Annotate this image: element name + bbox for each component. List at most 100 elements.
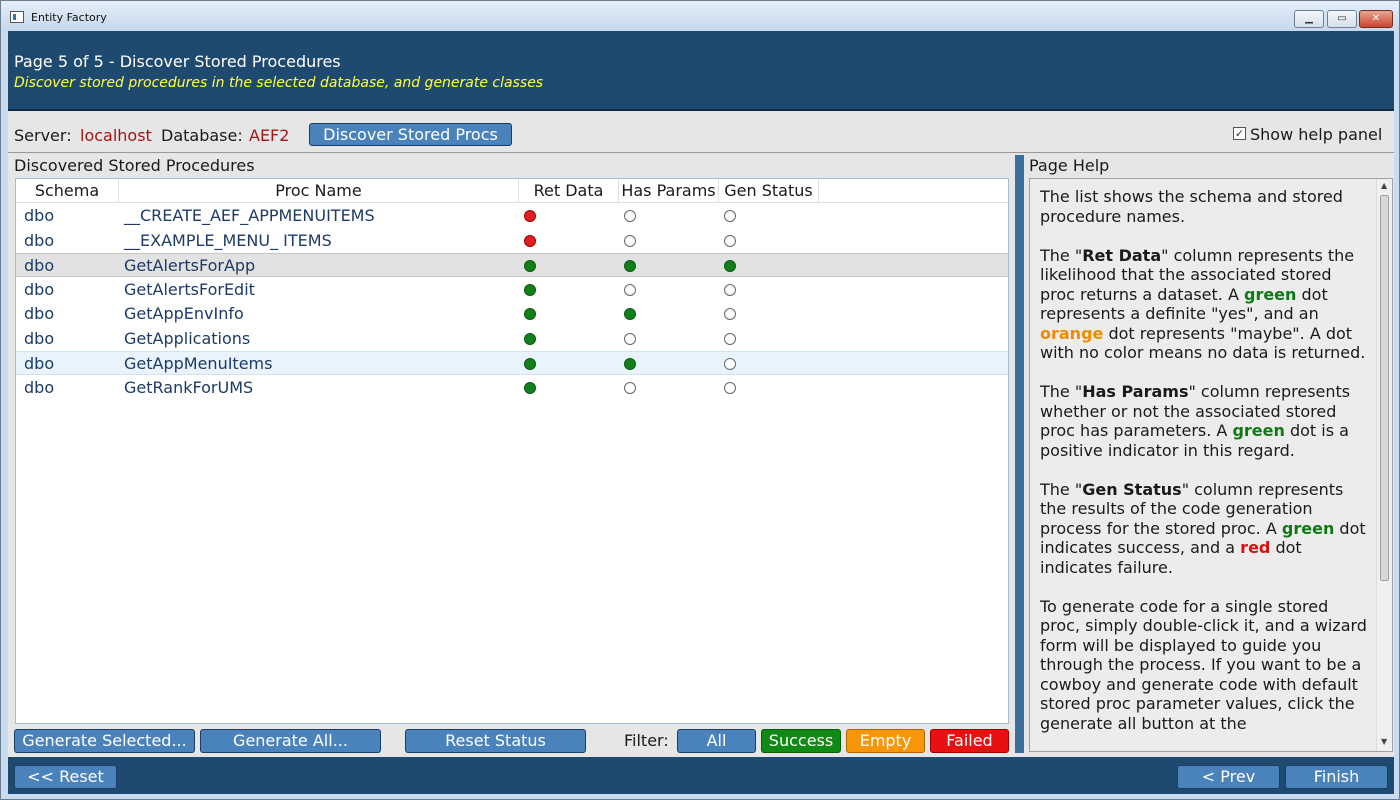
- ret-data-dot: [524, 234, 536, 247]
- ret-data-dot: [524, 358, 536, 370]
- filter-success-button[interactable]: Success: [761, 729, 841, 753]
- help-paragraph: The "Gen Status" column represents the r…: [1040, 480, 1368, 578]
- gen-status-dot: [724, 234, 736, 247]
- finish-button[interactable]: Finish: [1285, 765, 1388, 789]
- column-header-ret-data[interactable]: Ret Data: [519, 179, 619, 203]
- help-term-gen-status: Gen Status: [1082, 479, 1182, 499]
- ret-data-dot: [524, 260, 536, 272]
- app-icon: [10, 11, 24, 23]
- prev-button[interactable]: < Prev: [1177, 765, 1280, 789]
- title-bar[interactable]: Entity Factory ▁ ▭ ✕: [1, 1, 1399, 31]
- column-header-proc-name[interactable]: Proc Name: [119, 179, 519, 203]
- proc-name-cell: __EXAMPLE_MENU_ ITEMS: [124, 230, 332, 250]
- ret-data-dot: [524, 308, 536, 320]
- schema-cell: dbo: [24, 279, 55, 299]
- gen-status-dot: [724, 260, 736, 272]
- ret-data-dot: [524, 332, 536, 345]
- proc-name-cell: GetAlertsForEdit: [124, 279, 255, 299]
- help-term-has-params: Has Params: [1082, 382, 1189, 401]
- table-row[interactable]: dbo __EXAMPLE_MENU_ ITEMS: [16, 229, 1008, 253]
- has-params-dot: [624, 283, 636, 296]
- app-window: Entity Factory ▁ ▭ ✕ Page 5 of 5 - Disco…: [0, 0, 1400, 800]
- ret-data-dot: [524, 210, 536, 222]
- help-word-red: red: [1240, 538, 1271, 557]
- help-word-green: green: [1232, 421, 1285, 440]
- filter-failed-button[interactable]: Failed: [930, 729, 1009, 753]
- filter-label: Filter:: [624, 731, 669, 750]
- table-row[interactable]: dbo GetRankForUMS: [16, 376, 1008, 400]
- schema-cell: dbo: [24, 354, 55, 373]
- grid-title: Discovered Stored Procedures: [14, 156, 255, 175]
- proc-name-cell: GetAlertsForApp: [124, 256, 256, 275]
- table-row[interactable]: dbo GetAppEnvInfo: [16, 302, 1008, 326]
- stored-procs-grid[interactable]: Schema Proc Name Ret Data Has Params Gen…: [15, 178, 1009, 724]
- page-title: Page 5 of 5 - Discover Stored Procedures: [14, 52, 341, 71]
- window-title: Entity Factory: [31, 11, 107, 24]
- footer-bar: << Reset < Prev Finish: [8, 757, 1394, 794]
- maximize-button[interactable]: ▭: [1327, 10, 1357, 28]
- help-text-span: The ": [1040, 245, 1083, 265]
- proc-name-cell: GetAppMenuItems: [124, 354, 273, 373]
- database-label: Database:: [161, 126, 243, 145]
- proc-name-cell: GetRankForUMS: [124, 377, 254, 397]
- schema-cell: dbo: [24, 304, 55, 323]
- column-header-schema[interactable]: Schema: [16, 179, 119, 203]
- close-button[interactable]: ✕: [1359, 10, 1393, 28]
- reset-button[interactable]: << Reset: [14, 765, 117, 789]
- ret-data-dot: [524, 381, 536, 394]
- table-row[interactable]: dbo GetAppMenuItems: [16, 351, 1008, 375]
- discover-stored-procs-button[interactable]: Discover Stored Procs: [309, 123, 512, 146]
- gen-status-dot: [724, 358, 736, 370]
- schema-cell: dbo: [24, 328, 55, 348]
- help-paragraph: The list shows the schema and stored pro…: [1040, 187, 1368, 226]
- proc-name-cell: GetApplications: [124, 328, 251, 348]
- schema-cell: dbo: [24, 230, 55, 250]
- scroll-up-icon[interactable]: ▲: [1381, 181, 1387, 190]
- table-row[interactable]: dbo GetAlertsForApp: [16, 253, 1008, 277]
- help-text-span: The ": [1040, 479, 1083, 499]
- filter-empty-button[interactable]: Empty: [846, 729, 925, 753]
- help-scrollbar[interactable]: ▲ ▼: [1376, 179, 1392, 751]
- column-header-gen-status[interactable]: Gen Status: [719, 179, 819, 203]
- help-word-orange: orange: [1040, 323, 1104, 343]
- schema-cell: dbo: [24, 256, 55, 275]
- table-row[interactable]: dbo GetApplications: [16, 327, 1008, 351]
- generate-selected-button[interactable]: Generate Selected...: [14, 729, 195, 753]
- gen-status-dot: [724, 381, 736, 394]
- has-params-dot: [624, 358, 636, 370]
- help-term-ret-data: Ret Data: [1082, 245, 1162, 265]
- gen-status-dot: [724, 210, 736, 222]
- help-paragraph: To generate code for a single stored pro…: [1040, 597, 1368, 734]
- help-panel-title: Page Help: [1029, 156, 1110, 175]
- ret-data-dot: [524, 283, 536, 296]
- reset-status-button[interactable]: Reset Status: [405, 729, 586, 753]
- database-value: AEF2: [249, 126, 290, 145]
- client-area: Page 5 of 5 - Discover Stored Procedures…: [8, 31, 1394, 794]
- toolbar: Server: localhost Database: AEF2 Discove…: [8, 113, 1394, 153]
- has-params-dot: [624, 260, 636, 272]
- pane-splitter[interactable]: [1015, 155, 1024, 753]
- scroll-down-icon[interactable]: ▼: [1381, 737, 1387, 746]
- help-paragraph: The "Has Params" column represents wheth…: [1040, 382, 1368, 460]
- help-panel: The list shows the schema and stored pro…: [1029, 178, 1393, 752]
- gen-status-dot: [724, 283, 736, 296]
- show-help-label[interactable]: Show help panel: [1250, 125, 1382, 144]
- page-subtitle: Discover stored procedures in the select…: [14, 75, 544, 91]
- grid-header: Schema Proc Name Ret Data Has Params Gen…: [16, 179, 1008, 203]
- minimize-button[interactable]: ▁: [1294, 10, 1324, 28]
- table-row[interactable]: dbo __CREATE_AEF_APPMENUITEMS: [16, 204, 1008, 228]
- column-header-has-params[interactable]: Has Params: [619, 179, 719, 203]
- proc-name-cell: GetAppEnvInfo: [124, 304, 244, 323]
- table-row[interactable]: dbo GetAlertsForEdit: [16, 278, 1008, 302]
- help-paragraph: The "Ret Data" column represents the lik…: [1040, 246, 1368, 363]
- filter-all-button[interactable]: All: [677, 729, 756, 753]
- schema-cell: dbo: [24, 206, 55, 225]
- help-word-green: green: [1243, 284, 1297, 304]
- generate-all-button[interactable]: Generate All...: [200, 729, 381, 753]
- help-text-span: The ": [1040, 382, 1083, 401]
- scroll-thumb[interactable]: [1380, 195, 1389, 581]
- has-params-dot: [624, 332, 636, 345]
- page-header: Page 5 of 5 - Discover Stored Procedures…: [8, 31, 1394, 111]
- has-params-dot: [624, 308, 636, 320]
- show-help-checkbox[interactable]: ✓: [1233, 127, 1246, 140]
